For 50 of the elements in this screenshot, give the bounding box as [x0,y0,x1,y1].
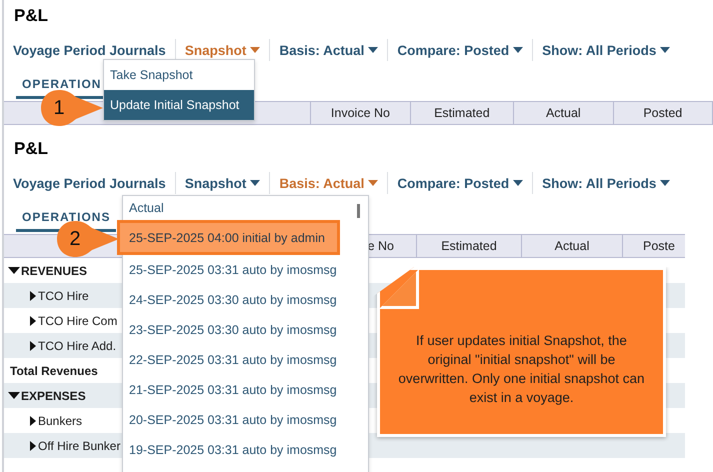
nav-dropdown[interactable]: Show: All Periods [542,176,670,190]
caret-icon [250,180,260,186]
page-fold-icon [379,269,419,309]
menu-item[interactable]: Actual [123,196,368,220]
section-label[interactable]: REVENUES [4,264,88,278]
column-header: Posted [614,102,713,124]
section-label[interactable]: EXPENSES [4,388,86,402]
caret-icon [513,180,524,186]
menu-item[interactable]: 24-SEP-2025 03:30 auto by imosmsg [123,285,368,315]
column-header: Actual [522,235,623,257]
step-badge: 2 [56,220,120,258]
tree-item[interactable]: TCO Hire [4,288,89,302]
caret-icon [368,180,378,186]
scrollbar-thumb[interactable] [357,204,360,218]
menu-item[interactable]: 25-SEP-2025 03:31 auto by imosmsg [123,255,368,285]
menu-item[interactable]: 22-SEP-2025 03:31 auto by imosmsg [123,345,368,375]
nav-dropdown[interactable]: Basis: Actual [279,42,378,58]
caret-icon [513,47,524,53]
callout-note: If user updates initial Snapshot, the original "initial snapshot" will be overwritten. Only one initial snapshot can exist in a voyage. [377,267,666,437]
tree-item[interactable]: Off Hire Bunker [4,438,120,452]
nav-dropdown[interactable]: Snapshot [184,176,260,190]
menu-item[interactable]: 23-SEP-2025 03:30 auto by imosmsg [123,315,368,345]
nav-dropdown[interactable]: Show: All Periods [542,42,670,58]
menu-item[interactable]: Update Initial Snapshot [104,90,254,120]
caret-icon [660,180,670,186]
menu-item[interactable]: 21-SEP-2025 03:31 auto by imosmsg [123,375,368,405]
column-header: Invoice No [311,102,411,124]
nav-dropdown[interactable]: Compare: Posted [397,176,524,190]
nav-dropdown[interactable]: Basis: Actual [279,176,378,190]
nav-dropdown[interactable]: Voyage Period Journals [13,176,166,190]
caret-icon [660,47,670,53]
column-header: Estimated [410,102,514,124]
step-badge: 1 [40,89,104,127]
caret-icon [250,47,260,53]
column-header: Poste [642,238,676,255]
tree-item[interactable]: TCO Hire Com [4,314,118,328]
menu-item[interactable]: 25-SEP-2025 04:00 initial by admin [120,223,337,252]
nav-dropdown[interactable]: Voyage Period Journals [13,42,166,58]
nav-dropdown[interactable]: Compare: Posted [397,42,524,58]
nav-dropdown[interactable]: Snapshot [184,42,260,58]
tree-item[interactable]: Bunkers [4,414,82,428]
column-header: Actual [514,102,614,124]
caret-icon [368,47,378,53]
page-title: P&L [13,5,49,26]
menu-item[interactable]: 19-SEP-2025 03:31 auto by imosmsg [123,435,368,465]
total-label: Total Revenues [9,364,98,378]
column-header: Estimated [417,235,522,257]
menu-item[interactable]: 20-SEP-2025 03:31 auto by imosmsg [123,405,368,435]
tree-item[interactable]: TCO Hire Add. [4,338,116,352]
page-title: P&L [13,138,49,159]
